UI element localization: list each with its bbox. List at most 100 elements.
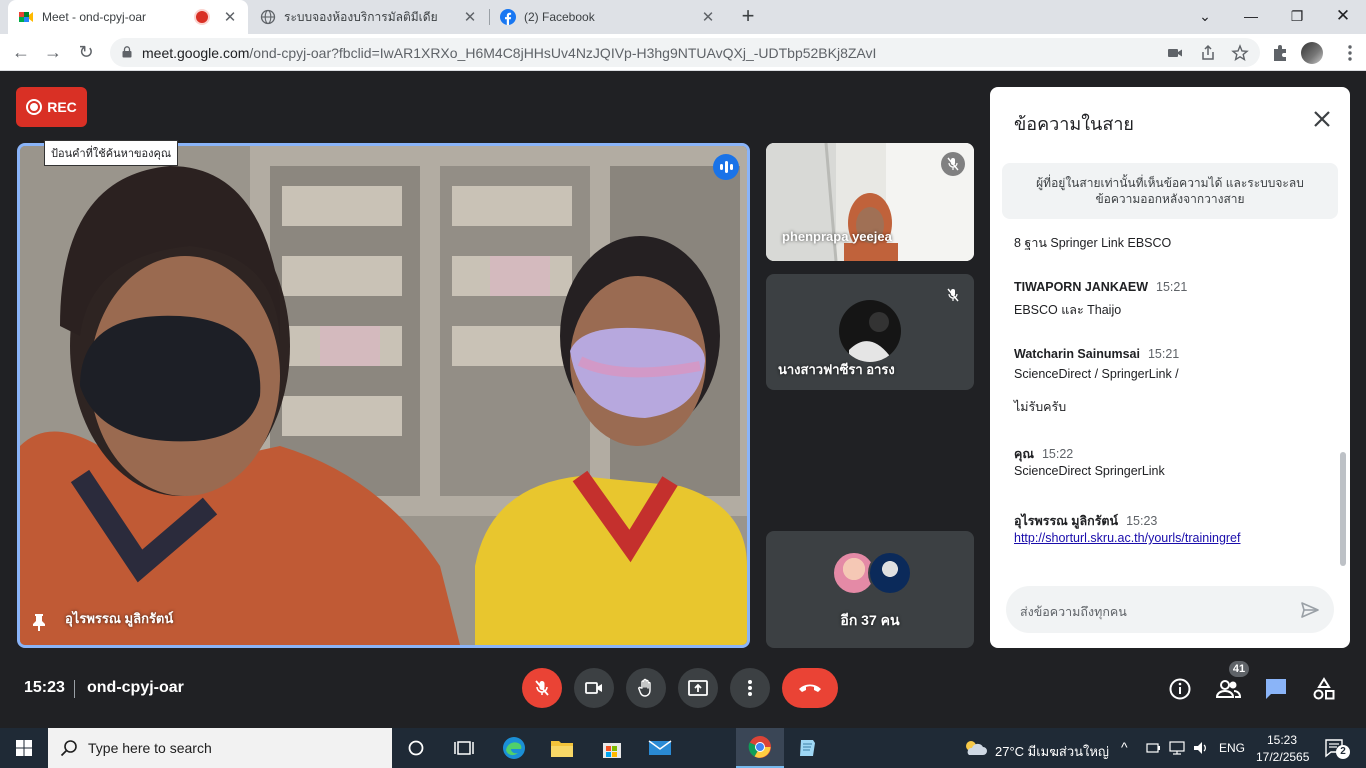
chat-messages: 8 ฐาน Springer Link EBSCO TIWAPORN JANKA… — [990, 227, 1350, 567]
activities-icon[interactable] — [1311, 676, 1337, 702]
extensions-icon[interactable] — [1270, 43, 1290, 63]
reload-button[interactable]: ↻ — [73, 40, 99, 66]
chat-input-placeholder: ส่งข้อความถึงทุกคน — [1020, 605, 1127, 619]
message-text: ScienceDirect SpringerLink — [1014, 464, 1165, 478]
message-time: 15:22 — [1041, 447, 1074, 461]
back-button[interactable]: ← — [8, 40, 34, 66]
windows-logo-icon — [16, 740, 32, 756]
task-view-button[interactable] — [392, 728, 440, 768]
tab-title: ระบบจองห้องบริการมัลติมีเดีย — [284, 9, 438, 24]
chat-scrollbar[interactable] — [1340, 452, 1346, 566]
record-icon — [26, 99, 43, 115]
share-icon[interactable] — [1199, 44, 1217, 62]
meet-icon — [19, 12, 33, 22]
message-time: 15:23 — [1126, 514, 1158, 528]
message-sender: TIWAPORN JANKAEW — [1014, 280, 1149, 294]
task-view-button[interactable] — [440, 728, 488, 768]
chrome-app[interactable] — [736, 728, 784, 768]
meet-stage: REC ป้อนคำที่ใช้ค้นหาของคุณ อุไรพรรณ มูล… — [0, 72, 1366, 728]
start-button[interactable] — [0, 728, 48, 768]
tab-booking[interactable]: ระบบจองห้องบริการมัลติมีเดีย ✕ — [250, 0, 488, 34]
close-tab-icon[interactable]: ✕ — [222, 8, 238, 26]
store-icon — [603, 743, 621, 758]
participant-avatars — [832, 551, 914, 595]
browser-toolbar: ← → ↻ meet.google.com/ond-cpyj-oar?fbcli… — [0, 34, 1366, 71]
volume-icon[interactable] — [1192, 740, 1210, 756]
weather-cloud-icon[interactable] — [963, 739, 987, 757]
message-time: 15:21 — [1156, 280, 1188, 294]
search-icon — [60, 740, 77, 757]
main-video-tile[interactable]: อุไรพรรณ มูลิกรัตน์ — [17, 143, 750, 648]
tab-search-button[interactable]: ⌄ — [1182, 0, 1228, 34]
battery-icon[interactable] — [1145, 740, 1161, 756]
meeting-info-icon[interactable] — [1167, 676, 1193, 702]
chrome-icon — [748, 736, 771, 758]
meeting-code: ond-cpyj-oar — [87, 679, 184, 696]
close-icon[interactable] — [1312, 109, 1332, 129]
camera-toggle-button[interactable] — [574, 668, 614, 708]
participant-name: phenprapa yeejea — [782, 229, 892, 244]
raise-hand-button[interactable] — [626, 668, 666, 708]
chat-panel: ข้อความในสาย ผู้ที่อยู่ในสายเท่านั้นที่เ… — [990, 87, 1350, 648]
address-bar[interactable]: meet.google.com/ond-cpyj-oar?fbclid=IwAR… — [110, 38, 1260, 67]
notes-app[interactable] — [784, 728, 832, 768]
menu-kebab-icon[interactable] — [1340, 43, 1360, 63]
mic-toggle-button[interactable] — [522, 668, 562, 708]
participant-name: อุไรพรรณ มูลิกรัตน์ — [65, 611, 174, 626]
message-link-row: http://shorturl.skru.ac.th/yourls/traini… — [1014, 531, 1240, 545]
close-window-button[interactable]: ✕ — [1320, 0, 1366, 34]
tab-title: (2) Facebook — [524, 10, 595, 24]
weather-text[interactable]: 27°C มีเมฆส่วนใหญ่ — [995, 741, 1109, 762]
chat-privacy-note: ผู้ที่อยู่ในสายเท่านั้นที่เห็นข้อความได้… — [1002, 163, 1338, 219]
divider — [74, 680, 75, 698]
url-path: /ond-cpyj-oar?fbclid=IwAR1XRXo_H6M4C8jHH… — [249, 45, 877, 61]
language-indicator[interactable]: ENG — [1219, 741, 1245, 755]
forward-button[interactable]: → — [40, 40, 66, 66]
participant-tile[interactable]: นางสาวฟาซีรา อารง — [766, 274, 974, 390]
message-header: TIWAPORN JANKAEW 15:21 — [1014, 280, 1187, 294]
store-app[interactable] — [588, 728, 636, 768]
more-participants-tile[interactable]: อีก 37 คน — [766, 531, 974, 648]
cortana-icon — [408, 740, 424, 756]
show-hidden-icons-icon[interactable]: ^ — [1121, 739, 1128, 755]
file-explorer-app[interactable] — [538, 728, 586, 768]
network-icon[interactable] — [1168, 740, 1186, 756]
tab-title: Meet - ond-cpyj-oar — [42, 10, 147, 24]
profile-avatar[interactable] — [1301, 42, 1323, 64]
minimize-button[interactable]: — — [1228, 0, 1274, 34]
chat-icon[interactable] — [1263, 676, 1289, 702]
send-icon[interactable] — [1300, 600, 1320, 620]
recording-button[interactable]: REC — [16, 87, 87, 127]
close-tab-icon[interactable]: ✕ — [462, 8, 478, 26]
raise-hand-icon — [638, 678, 651, 697]
folder-icon — [551, 741, 573, 757]
leave-call-button[interactable] — [782, 668, 838, 708]
edge-icon — [503, 737, 525, 759]
lock-icon — [122, 46, 132, 58]
message-sender: อุไรพรรณ มูลิกรัตน์ — [1014, 514, 1119, 528]
message-sender: Watcharin Sainumsai — [1014, 347, 1140, 361]
mail-icon — [648, 740, 672, 755]
participant-tile[interactable]: phenprapa yeejea — [766, 143, 974, 261]
restore-button[interactable]: ❐ — [1274, 0, 1320, 34]
taskbar-search[interactable]: Type here to search — [48, 728, 392, 768]
new-tab-button[interactable]: + — [736, 5, 760, 29]
present-screen-button[interactable] — [678, 668, 718, 708]
camera-in-use-icon[interactable] — [1166, 44, 1184, 62]
tab-facebook[interactable]: (2) Facebook ✕ — [490, 0, 726, 34]
close-tab-icon[interactable]: ✕ — [700, 8, 716, 26]
taskbar-time[interactable]: 15:23 — [1267, 733, 1297, 747]
more-vert-icon — [748, 680, 752, 696]
message-header: อุไรพรรณ มูลิกรัตน์ 15:23 — [1014, 511, 1157, 531]
chat-input[interactable]: ส่งข้อความถึงทุกคน — [1006, 586, 1334, 633]
mail-app[interactable] — [636, 728, 684, 768]
more-participants-label: อีก 37 คน — [840, 612, 900, 628]
message-link[interactable]: http://shorturl.skru.ac.th/yourls/traini… — [1014, 531, 1240, 545]
people-icon[interactable] — [1215, 676, 1241, 702]
more-options-button[interactable] — [730, 668, 770, 708]
edge-app[interactable] — [490, 728, 538, 768]
taskbar-date[interactable]: 17/2/2565 — [1256, 750, 1309, 764]
pin-icon[interactable] — [32, 613, 46, 631]
bookmark-star-icon[interactable] — [1231, 44, 1249, 62]
tab-meet[interactable]: Meet - ond-cpyj-oar ✕ — [8, 0, 248, 34]
